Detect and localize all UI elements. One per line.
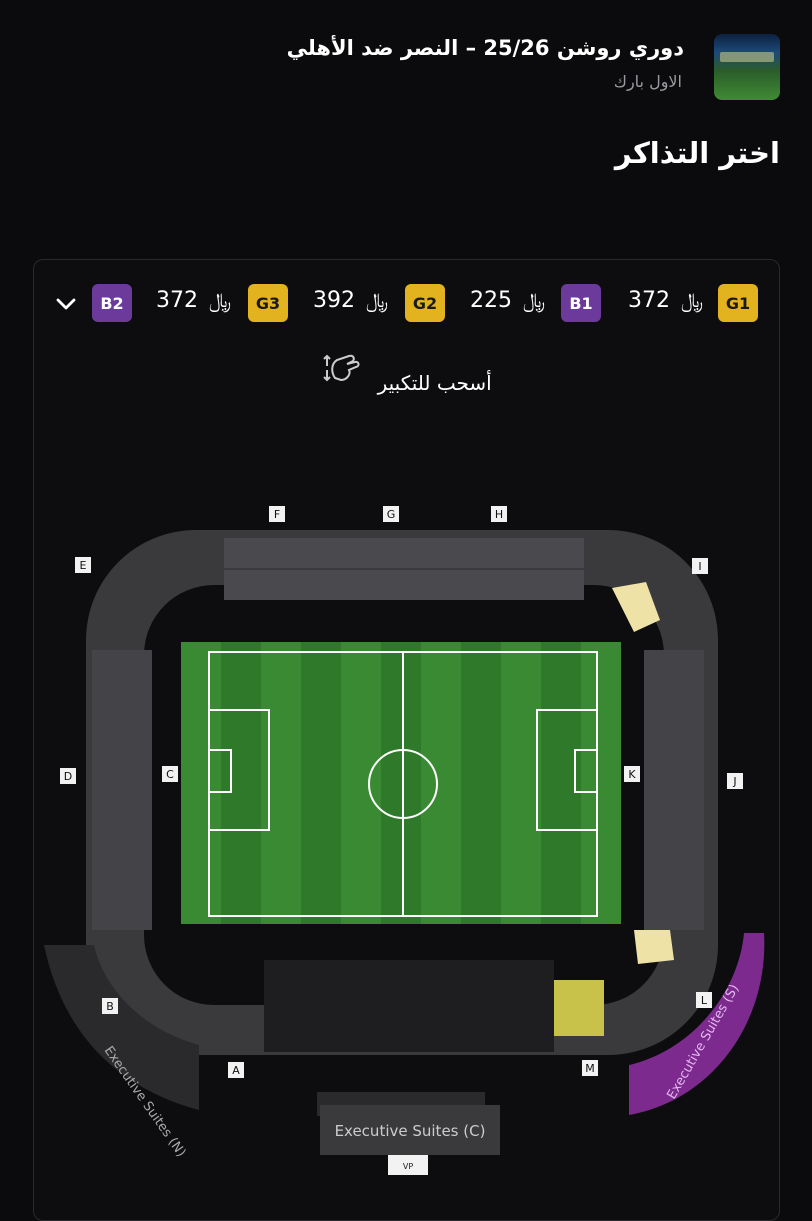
tier-badge-g1[interactable]: G1 xyxy=(718,284,758,322)
corner-section-l[interactable] xyxy=(634,930,674,964)
tier-badge-g2[interactable]: G2 xyxy=(405,284,445,322)
executive-suites-c-label: Executive Suites (C) xyxy=(335,1122,486,1140)
svg-text:H: H xyxy=(495,508,503,521)
tier-badge-b1[interactable]: B1 xyxy=(561,284,601,322)
tier-price-g3: ﷼ 372 xyxy=(156,288,233,313)
svg-text:I: I xyxy=(698,560,701,573)
page-title: اختر التذاكر xyxy=(614,136,780,170)
riyal-icon: ﷼ xyxy=(209,288,233,312)
lounge-area xyxy=(264,960,554,1052)
svg-text:D: D xyxy=(64,770,72,783)
event-header: دوري روشن 25/26 – النصر ضد الأهلي الاول … xyxy=(0,30,812,110)
svg-text:M: M xyxy=(585,1062,595,1075)
svg-text:F: F xyxy=(274,508,280,521)
drag-hint-text: أسحب للتكبير xyxy=(377,370,492,395)
svg-text:L: L xyxy=(701,994,708,1007)
riyal-icon: ﷼ xyxy=(523,288,547,312)
right-stand xyxy=(644,650,704,930)
svg-text:A: A xyxy=(232,1064,240,1077)
tier-price-g1: ﷼ 372 xyxy=(628,288,705,313)
svg-text:B: B xyxy=(106,1000,114,1013)
tier-price-g2: ﷼ 392 xyxy=(313,288,390,313)
pinch-zoom-icon xyxy=(323,354,360,382)
chevron-down-icon[interactable] xyxy=(54,292,78,316)
stadium-map[interactable]: Executive Suites (N) Executive Suites (S… xyxy=(34,490,779,1190)
pitch xyxy=(181,642,621,924)
svg-text:E: E xyxy=(80,559,87,572)
tier-badge-b2[interactable]: B2 xyxy=(92,284,132,322)
tier-badge-g3[interactable]: G3 xyxy=(248,284,288,322)
svg-text:G: G xyxy=(387,508,396,521)
riyal-icon: ﷼ xyxy=(366,288,390,312)
svg-text:C: C xyxy=(166,768,174,781)
event-venue: الاول بارك xyxy=(613,72,682,91)
ticket-panel: G1 ﷼ 372 B1 ﷼ 225 G2 ﷼ 392 G3 ﷼ 372 B2 أ… xyxy=(33,259,780,1221)
tier-price-b1: ﷼ 225 xyxy=(470,288,547,313)
section-m-highlight[interactable] xyxy=(554,980,604,1036)
left-stand xyxy=(92,650,152,930)
drag-to-zoom-hint: أسحب للتكبير xyxy=(34,348,779,395)
event-title: دوري روشن 25/26 – النصر ضد الأهلي xyxy=(286,36,684,60)
riyal-icon: ﷼ xyxy=(681,288,705,312)
tier-price-bar: G1 ﷼ 372 B1 ﷼ 225 G2 ﷼ 392 G3 ﷼ 372 B2 xyxy=(34,284,779,324)
vip-label: VP xyxy=(403,1162,413,1171)
event-thumbnail xyxy=(714,34,780,100)
svg-text:K: K xyxy=(628,768,636,781)
svg-text:J: J xyxy=(732,775,736,788)
